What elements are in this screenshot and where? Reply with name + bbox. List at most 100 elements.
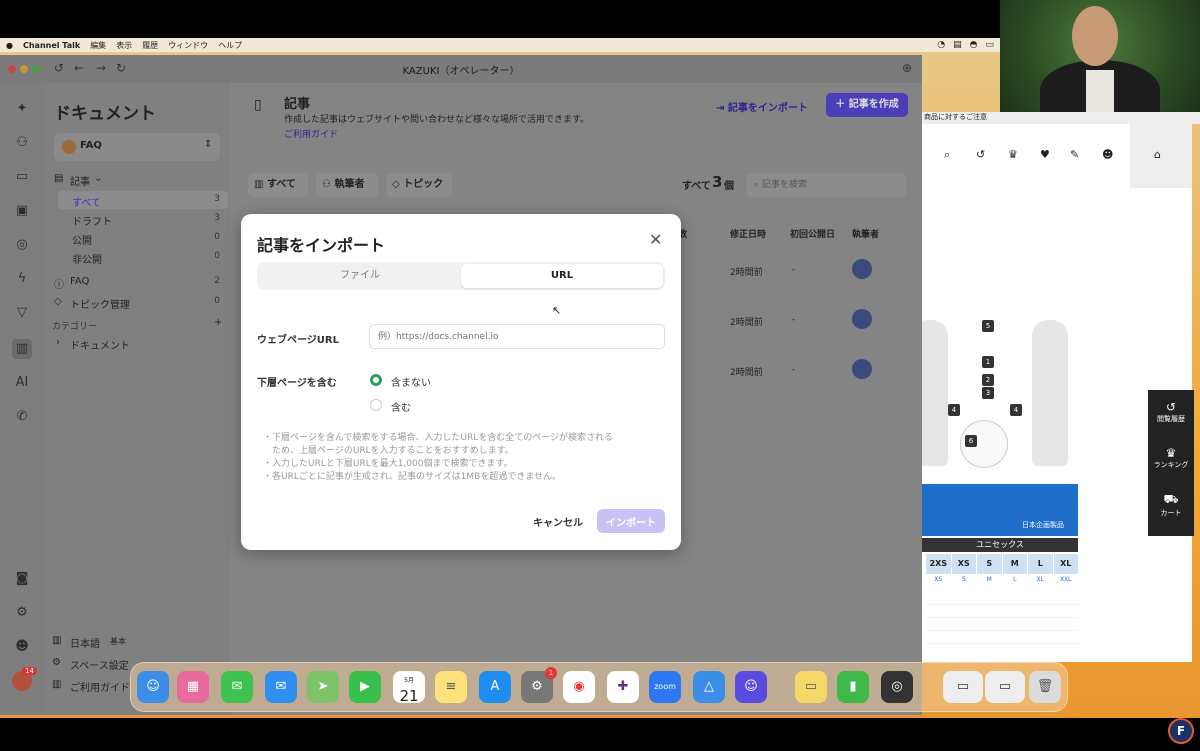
search-input[interactable]: ⌕ 記事を検索: [746, 173, 906, 197]
menu-item-edit[interactable]: 編集: [90, 40, 106, 51]
contact-icon[interactable]: ▣: [12, 201, 32, 221]
body-figure: [922, 320, 948, 466]
keyboard-icon[interactable]: ▭: [985, 40, 994, 50]
radio-include-label[interactable]: 含む: [391, 399, 411, 414]
search-icon[interactable]: ⌕: [944, 148, 950, 162]
workspace-selector[interactable]: FAQ ⇕: [54, 133, 220, 161]
trash-icon[interactable]: 🗑: [1029, 671, 1061, 703]
badge-icon[interactable]: ◎: [12, 235, 32, 255]
menu-item-view[interactable]: 表示: [116, 40, 132, 51]
send-icon[interactable]: ▽: [12, 303, 32, 323]
heart-icon[interactable]: ♥: [1040, 148, 1050, 161]
gear-icon[interactable]: ⚙: [12, 603, 32, 623]
sidebar-item-topics[interactable]: ◇ トピック管理 0: [52, 293, 228, 311]
inbox-icon[interactable]: ▭: [12, 167, 32, 187]
workspace-name: FAQ: [80, 140, 102, 151]
side-menu-history[interactable]: ↺ 閲覧履歴: [1148, 394, 1194, 438]
book-icon[interactable]: ▥: [12, 339, 32, 359]
tab-url[interactable]: URL: [461, 264, 663, 288]
help-note: ・入力したURLと下層URLを最大1,000個まで検索できます。: [263, 459, 513, 469]
close-icon[interactable]: ✕: [649, 230, 662, 249]
recent-window-thumbnail[interactable]: ▭: [985, 671, 1025, 703]
stickies-icon[interactable]: ▭: [795, 671, 827, 703]
avatar[interactable]: ☻: [12, 637, 32, 657]
cancel-button[interactable]: キャンセル: [525, 509, 591, 533]
notes-icon[interactable]: ≡: [435, 671, 467, 703]
add-category-icon[interactable]: +: [214, 317, 222, 328]
import-button[interactable]: インポート: [597, 509, 665, 533]
finder-icon[interactable]: ☺: [137, 671, 169, 703]
import-articles-link[interactable]: ⇥ 記事をインポート: [716, 99, 808, 114]
author-avatar: [852, 359, 872, 379]
table-row[interactable]: 2時間前 -: [670, 255, 910, 285]
app-store-icon[interactable]: A: [479, 671, 511, 703]
radio-exclude-subpages[interactable]: [370, 374, 382, 386]
people-icon[interactable]: ⚇: [12, 133, 32, 153]
download-icon[interactable]: ⊕: [902, 61, 912, 75]
mail-icon[interactable]: ✉: [265, 671, 297, 703]
testflight-icon[interactable]: △: [693, 671, 725, 703]
status-icon[interactable]: ◔: [937, 40, 945, 50]
table-row[interactable]: 2時間前 -: [670, 355, 910, 385]
maps-icon[interactable]: ➤: [307, 671, 339, 703]
recent-window-thumbnail[interactable]: ▭: [943, 671, 983, 703]
apple-icon[interactable]: ●: [6, 41, 13, 50]
pencil-icon[interactable]: ✎: [1070, 148, 1079, 161]
guide-link[interactable]: ご利用ガイド: [284, 127, 338, 140]
menu-item-window[interactable]: ウィンドウ: [168, 40, 208, 51]
zoom-icon[interactable]: zoom: [649, 671, 681, 703]
user-icon[interactable]: ☻: [1102, 148, 1113, 161]
sidebar-title: ドキュメント: [54, 104, 156, 124]
history-icon[interactable]: ↺: [976, 148, 985, 161]
sparkle-icon[interactable]: ✦: [12, 99, 32, 119]
sidebar-item-private[interactable]: 非公開 0: [58, 248, 228, 266]
filter-author[interactable]: ⚇ 執筆者: [316, 173, 378, 197]
table-row[interactable]: 2時間前 -: [670, 305, 910, 335]
clipboard-icon[interactable]: ▤: [953, 40, 962, 50]
sidebar-item-faq[interactable]: ⓘ FAQ 2: [52, 273, 228, 291]
modal-title: 記事をインポート: [257, 236, 386, 255]
guide-link[interactable]: ご利用ガイド: [70, 679, 130, 694]
tab-file[interactable]: ファイル: [259, 264, 461, 288]
phone-icon[interactable]: ✆: [12, 407, 32, 427]
filter-topic[interactable]: ◇ トピック: [386, 173, 452, 197]
launchpad-icon[interactable]: ▦: [177, 671, 209, 703]
space-settings-link[interactable]: スペース設定: [70, 657, 129, 672]
filter-all[interactable]: ▥ すべて: [248, 173, 308, 197]
sidebar-item-draft[interactable]: ドラフト 3: [58, 210, 228, 228]
chrome-icon[interactable]: ◉: [563, 671, 595, 703]
mouse-cursor-icon: ↖: [552, 304, 562, 317]
hat-icon[interactable]: ◓: [970, 40, 978, 50]
quicktime-icon[interactable]: ◎: [881, 671, 913, 703]
language-setting[interactable]: 日本語: [70, 635, 100, 650]
sidebar-item-public[interactable]: 公開 0: [58, 229, 228, 247]
menu-item-help[interactable]: ヘルプ: [218, 40, 242, 51]
side-menu-ranking[interactable]: ♛ ランキング: [1148, 440, 1194, 484]
tag-icon: ◇: [54, 296, 62, 307]
messages-icon[interactable]: ✉: [221, 671, 253, 703]
channel-talk-icon[interactable]: ☺: [735, 671, 767, 703]
crown-icon[interactable]: ♛: [1008, 148, 1018, 161]
slack-icon[interactable]: ✚: [607, 671, 639, 703]
sidebar-item-category-document[interactable]: ドキュメント: [70, 337, 130, 352]
sidebar-section-articles[interactable]: 記事: [70, 173, 90, 188]
ai-icon[interactable]: AI: [12, 373, 32, 393]
chat-icon[interactable]: ◙: [12, 569, 32, 589]
sidebar-item-all[interactable]: すべて 3: [58, 191, 228, 209]
history-icon: ↺: [1165, 400, 1177, 414]
menu-app-name[interactable]: Channel Talk: [23, 41, 80, 50]
radio-include-subpages[interactable]: [370, 399, 382, 411]
menu-item-history[interactable]: 履歴: [142, 40, 158, 51]
side-menu-cart[interactable]: ⛟ カート: [1148, 486, 1194, 530]
chevron-down-icon[interactable]: ⌄: [94, 173, 102, 184]
facetime-icon[interactable]: ▶: [349, 671, 381, 703]
basket-button[interactable]: ⌂: [1130, 124, 1192, 188]
chevron-right-icon[interactable]: ›: [56, 337, 60, 348]
url-input[interactable]: [369, 324, 665, 349]
bolt-icon[interactable]: ϟ: [12, 269, 32, 289]
create-article-button[interactable]: ＋ 記事を作成: [826, 93, 908, 117]
numbers-icon[interactable]: ▮: [837, 671, 869, 703]
calendar-icon[interactable]: 5月 21: [393, 671, 425, 704]
help-note: ため、上層ページのURLを入力することをおすすめします。: [263, 446, 514, 456]
radio-exclude-label[interactable]: 含まない: [391, 374, 431, 389]
